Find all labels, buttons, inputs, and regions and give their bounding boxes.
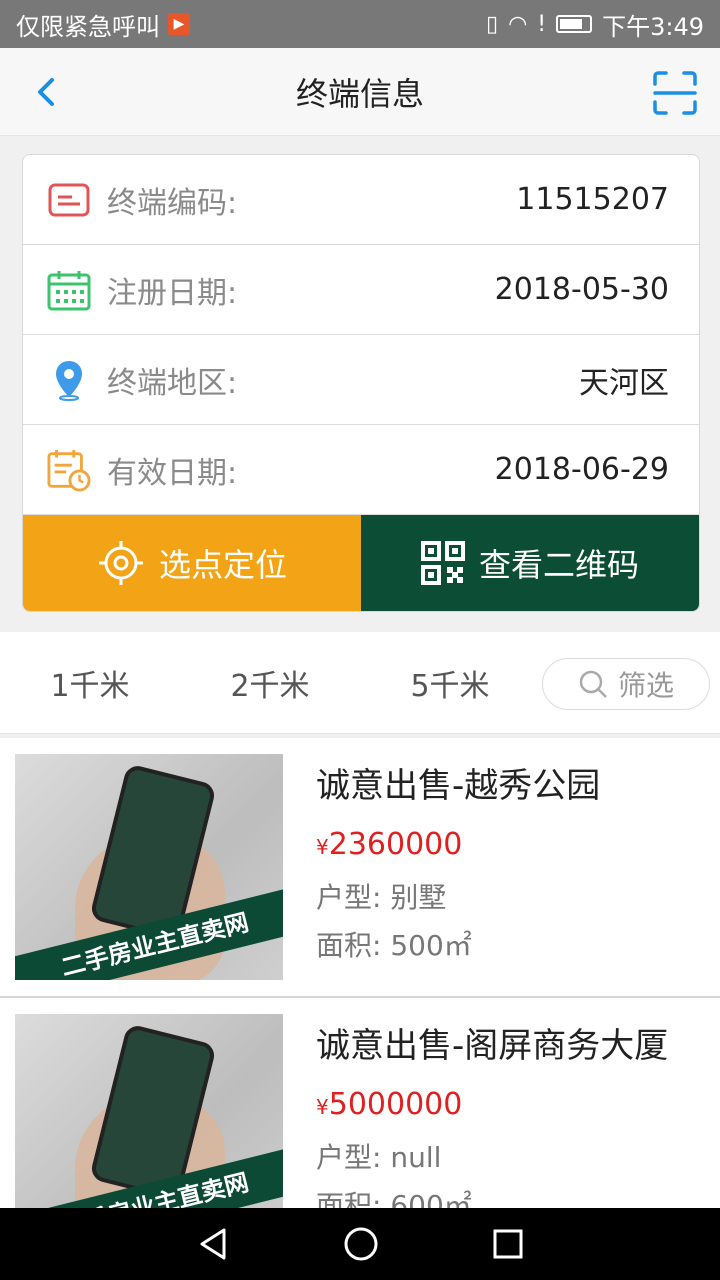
list-item[interactable]: 二手房业主直卖网 诚意出售-阁屏商务大厦 ¥5000000 户型: null 面…: [0, 998, 720, 1208]
tab-2km[interactable]: 2千米: [180, 661, 360, 705]
listing-type: 户型: 别墅: [316, 881, 447, 914]
system-navigation-bar: [0, 1208, 720, 1280]
valid-date-value: 2018-06-29: [494, 452, 669, 487]
alert-sim-icon: !: [537, 11, 547, 37]
view-qrcode-button[interactable]: 查看二维码: [361, 515, 699, 611]
terminal-info-card: 终端编码: 11515207 注册日期: 2018-05-30 终端地区: 天河…: [22, 154, 700, 612]
currency-symbol: ¥: [316, 1095, 329, 1119]
list-item[interactable]: 二手房业主直卖网 诚意出售-越秀公园 ¥2360000 户型: 别墅 面积: 5…: [0, 738, 720, 998]
listing-area: 面积: 600㎡: [316, 1189, 472, 1208]
terminal-code-row: 终端编码: 11515207: [23, 155, 699, 245]
screen-record-icon: ▶: [168, 13, 190, 35]
terminal-region-value: 天河区: [579, 365, 669, 401]
status-carrier-text: 仅限紧急呼叫: [16, 12, 160, 41]
listing-title: 诚意出售-阁屏商务大厦: [316, 1026, 669, 1066]
valid-date-label: 有效日期:: [107, 455, 238, 491]
qrcode-icon: [420, 541, 465, 585]
register-date-label: 注册日期:: [107, 275, 238, 311]
listing-price: ¥5000000: [316, 1087, 668, 1122]
distance-filter-bar: 1千米 2千米 5千米 筛选: [0, 632, 720, 734]
recents-square-icon[interactable]: [492, 1228, 524, 1260]
currency-symbol: ¥: [316, 835, 329, 859]
view-qrcode-label: 查看二维码: [478, 546, 639, 584]
terminal-code-label: 终端编码:: [107, 185, 238, 221]
search-icon: [579, 670, 607, 698]
listing-thumbnail: 二手房业主直卖网: [15, 1014, 283, 1208]
battery-icon: [556, 15, 593, 33]
status-bar: 仅限紧急呼叫 ▶ ▯ ◠ ! 下午3:49: [0, 0, 720, 48]
price-value: 2360000: [328, 827, 463, 862]
page-title: 终端信息: [295, 74, 424, 113]
chevron-left-icon[interactable]: [28, 74, 64, 110]
crosshair-icon: [98, 541, 143, 585]
listing-price: ¥2360000: [316, 827, 600, 862]
listing-thumbnail: 二手房业主直卖网: [15, 754, 283, 980]
listing-title: 诚意出售-越秀公园: [316, 766, 601, 806]
wifi-icon: ◠: [508, 11, 528, 37]
back-triangle-icon[interactable]: [196, 1227, 230, 1261]
filter-search-button[interactable]: 筛选: [542, 658, 710, 710]
location-pin-icon: [47, 358, 91, 402]
tab-5km[interactable]: 5千米: [360, 661, 540, 705]
status-time: 下午3:49: [602, 12, 704, 41]
terminal-region-row: 终端地区: 天河区: [23, 335, 699, 425]
terminal-region-label: 终端地区:: [107, 365, 238, 401]
filter-search-label: 筛选: [617, 669, 674, 702]
vibrate-icon: ▯: [485, 11, 499, 37]
register-date-row: 注册日期: 2018-05-30: [23, 245, 699, 335]
id-card-icon: [47, 178, 91, 222]
listing-area: 面积: 500㎡: [316, 929, 472, 962]
terminal-code-value: 11515207: [516, 182, 669, 217]
register-date-value: 2018-05-30: [494, 272, 669, 307]
calendar-clock-icon: [47, 448, 91, 492]
listing-type: 户型: null: [316, 1141, 442, 1174]
calendar-icon: [47, 268, 91, 312]
select-location-label: 选点定位: [158, 546, 287, 584]
listing-list: 二手房业主直卖网 诚意出售-越秀公园 ¥2360000 户型: 别墅 面积: 5…: [0, 738, 720, 1208]
select-location-button[interactable]: 选点定位: [23, 515, 361, 611]
scan-frame-icon[interactable]: [652, 70, 698, 116]
valid-date-row: 有效日期: 2018-06-29: [23, 425, 699, 515]
tab-1km[interactable]: 1千米: [0, 661, 180, 705]
price-value: 5000000: [328, 1087, 463, 1122]
home-circle-icon[interactable]: [343, 1226, 379, 1262]
top-navbar: 终端信息: [0, 48, 720, 136]
